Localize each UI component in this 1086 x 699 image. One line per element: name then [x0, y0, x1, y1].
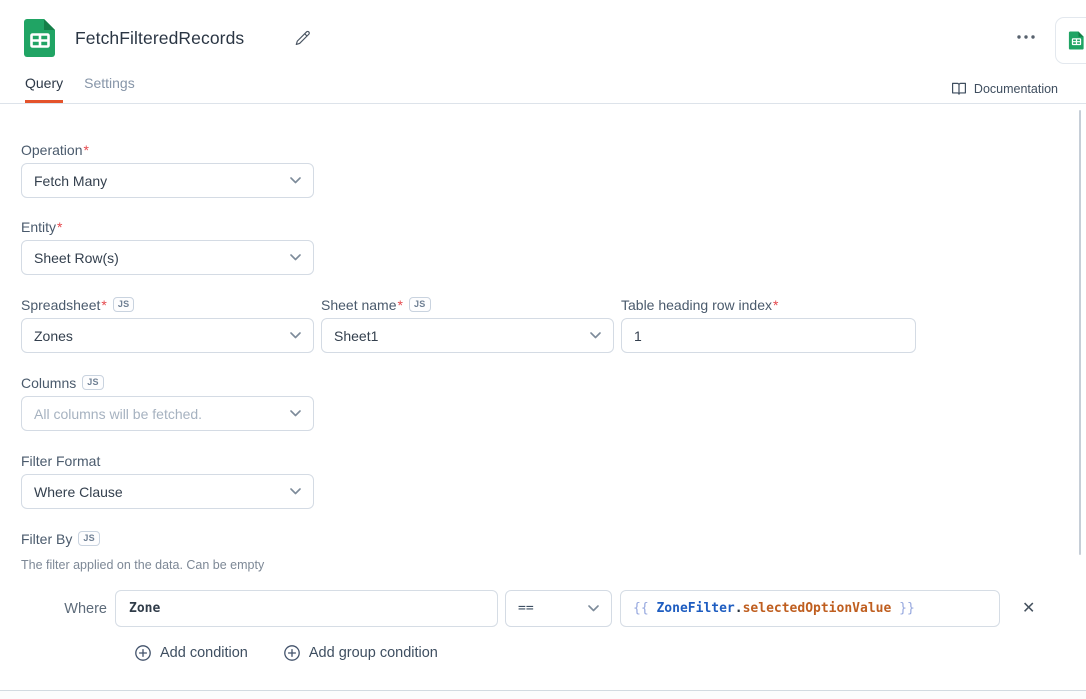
more-options-button[interactable] — [1012, 30, 1040, 44]
documentation-link[interactable]: Documentation — [951, 82, 1058, 96]
entity-select[interactable]: Sheet Row(s) — [21, 240, 314, 275]
query-header: FetchFilteredRecords — [0, 0, 1086, 70]
add-condition-label: Add condition — [160, 645, 248, 661]
vertical-scrollbar[interactable] — [1079, 110, 1081, 555]
book-icon — [951, 82, 967, 96]
spreadsheet-label: Spreadsheet — [21, 297, 100, 313]
kebab-icon — [1016, 34, 1036, 40]
table-heading-row-index-label: Table heading row index — [621, 297, 772, 313]
filter-format-value: Where Clause — [34, 484, 123, 500]
sheet-config-row: Spreadsheet* JS Zones Sheet name* JS She… — [21, 296, 1086, 353]
required-asterisk: * — [398, 297, 403, 313]
spreadsheet-select[interactable]: Zones — [21, 318, 314, 353]
required-asterisk: * — [83, 142, 88, 158]
required-asterisk: * — [773, 297, 778, 313]
tab-query[interactable]: Query — [25, 75, 63, 103]
chevron-down-icon — [290, 254, 301, 261]
js-toggle-badge[interactable]: JS — [113, 297, 135, 312]
filter-value-input[interactable]: {{ ZoneFilter.selectedOptionValue }} — [620, 590, 1000, 627]
pencil-icon — [294, 30, 311, 47]
tab-settings[interactable]: Settings — [84, 75, 135, 103]
columns-select[interactable]: All columns will be fetched. — [21, 396, 314, 431]
filter-by-helper-text: The filter applied on the data. Can be e… — [21, 558, 1086, 572]
query-editor-panel: FetchFilteredRecords Query Settings Doc — [0, 0, 1086, 699]
columns-placeholder: All columns will be fetched. — [34, 406, 202, 422]
chevron-down-icon — [588, 605, 599, 612]
documentation-label: Documentation — [974, 82, 1058, 96]
panel-bottom-divider — [0, 690, 1086, 699]
google-sheets-icon — [20, 18, 60, 58]
editor-tabs: Query Settings Documentation — [0, 70, 1086, 104]
operation-select[interactable]: Fetch Many — [21, 163, 314, 198]
js-toggle-badge[interactable]: JS — [409, 297, 431, 312]
sheet-name-label: Sheet name — [321, 297, 397, 313]
where-prefix-label: Where — [21, 601, 115, 617]
js-toggle-badge[interactable]: JS — [82, 375, 104, 390]
entity-field: Entity* Sheet Row(s) — [21, 218, 1086, 275]
operation-field: Operation* Fetch Many — [21, 141, 1086, 198]
required-asterisk: * — [57, 219, 62, 235]
datasource-card[interactable] — [1055, 17, 1086, 64]
sheet-name-select[interactable]: Sheet1 — [321, 318, 614, 353]
code-close-brace: }} — [891, 601, 914, 616]
filter-operator-value: == — [518, 601, 534, 616]
add-group-condition-button[interactable]: Add group condition — [284, 645, 438, 661]
filter-condition-row: Where == {{ ZoneFilter.selectedOptionVal… — [21, 590, 1086, 627]
operation-label: Operation — [21, 142, 82, 158]
columns-field: Columns JS All columns will be fetched. — [21, 374, 1086, 431]
chevron-down-icon — [290, 410, 301, 417]
filter-format-select[interactable]: Where Clause — [21, 474, 314, 509]
add-group-condition-label: Add group condition — [309, 645, 438, 661]
plus-circle-icon — [135, 645, 151, 661]
filter-by-section: Filter By JS The filter applied on the d… — [21, 530, 1086, 661]
entity-value: Sheet Row(s) — [34, 250, 119, 266]
filter-by-label: Filter By — [21, 531, 72, 547]
remove-condition-button[interactable]: ✕ — [1022, 601, 1035, 617]
table-heading-row-index-field: Table heading row index* — [621, 296, 916, 353]
required-asterisk: * — [101, 297, 106, 313]
filter-column-input[interactable] — [115, 590, 498, 627]
chevron-down-icon — [290, 177, 301, 184]
condition-actions-row: Add condition Add group condition — [21, 645, 1086, 661]
filter-operator-select[interactable]: == — [505, 590, 612, 627]
chevron-down-icon — [590, 332, 601, 339]
table-heading-row-index-input[interactable] — [621, 318, 916, 353]
google-sheets-icon — [1067, 31, 1086, 50]
entity-label: Entity — [21, 219, 56, 235]
sheet-name-value: Sheet1 — [334, 328, 378, 344]
rename-query-button[interactable] — [292, 28, 313, 49]
code-dot: . — [735, 601, 743, 616]
query-form: Operation* Fetch Many Entity* Sheet Row(… — [0, 104, 1086, 661]
filter-format-field: Filter Format Where Clause — [21, 452, 1086, 509]
sheet-name-field: Sheet name* JS Sheet1 — [321, 296, 614, 353]
query-name: FetchFilteredRecords — [75, 28, 244, 49]
spreadsheet-field: Spreadsheet* JS Zones — [21, 296, 314, 353]
chevron-down-icon — [290, 488, 301, 495]
columns-label: Columns — [21, 375, 76, 391]
js-toggle-badge[interactable]: JS — [78, 531, 100, 546]
filter-format-label: Filter Format — [21, 453, 100, 469]
code-open-brace: {{ — [633, 601, 656, 616]
code-object: ZoneFilter — [656, 601, 734, 616]
code-property: selectedOptionValue — [743, 601, 892, 616]
plus-circle-icon — [284, 645, 300, 661]
chevron-down-icon — [290, 332, 301, 339]
operation-value: Fetch Many — [34, 173, 107, 189]
add-condition-button[interactable]: Add condition — [135, 645, 248, 661]
spreadsheet-value: Zones — [34, 328, 73, 344]
close-icon: ✕ — [1022, 600, 1035, 617]
